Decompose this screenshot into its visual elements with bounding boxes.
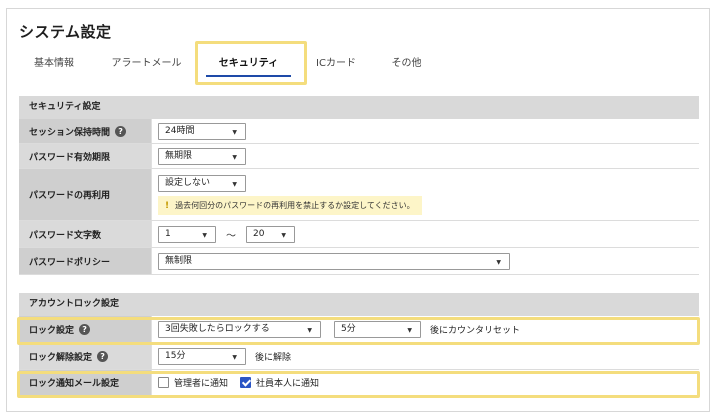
lock-attempts-select[interactable]: 3回失敗したらロックする ▼ xyxy=(158,320,321,338)
chevron-down-icon: ▼ xyxy=(202,231,207,239)
chevron-down-icon: ▼ xyxy=(407,326,412,334)
lock-setting-row: ロック設定? 3回失敗したらロックする ▼ 5分 ▼ 後にカウンタリセット xyxy=(19,316,699,343)
chevron-down-icon: ▼ xyxy=(281,231,286,239)
password-length-row: パスワード文字数 1 ▼ ～ 20 ▼ xyxy=(19,221,699,248)
row-label: パスワード有効期限 xyxy=(19,144,152,168)
session-row: セッション保持時間? 24時間 ▼ xyxy=(19,119,699,144)
tab-label: 基本情報 xyxy=(34,58,74,69)
warning-icon: ! xyxy=(165,200,170,211)
security-settings-section: セキュリティ設定 セッション保持時間? 24時間 ▼ パスワード有効期限 無期限 ▼… xyxy=(19,96,699,275)
row-label: ロック解除設定? xyxy=(19,343,152,369)
unlock-duration-select[interactable]: 15分 ▼ xyxy=(158,347,246,365)
tab-basic-info[interactable]: 基本情報 xyxy=(19,46,89,84)
tab-label: ICカード xyxy=(316,58,356,69)
notify-employee-checkbox[interactable]: 社員本人に通知 xyxy=(240,376,319,389)
notify-admin-checkbox[interactable]: 管理者に通知 xyxy=(158,376,228,389)
tab-label: アラートメール xyxy=(111,58,182,69)
section-header: アカウントロック設定 xyxy=(19,293,699,316)
unlock-setting-row: ロック解除設定? 15分 ▼ 後に解除 xyxy=(19,343,699,370)
password-reuse-row: パスワードの再利用 設定しない ▼ ! 過去何回分のパスワードの再利用を禁止するか設… xyxy=(19,169,699,221)
password-length-max-select[interactable]: 20 ▼ xyxy=(246,225,295,243)
password-reuse-select[interactable]: 設定しない ▼ xyxy=(158,174,246,192)
page-title: システム設定 xyxy=(19,23,112,41)
chevron-down-icon: ▼ xyxy=(232,153,237,161)
row-label: セッション保持時間? xyxy=(19,119,152,143)
range-separator: ～ xyxy=(226,230,236,242)
tab-ic-card[interactable]: ICカード xyxy=(306,46,366,84)
session-duration-select[interactable]: 24時間 ▼ xyxy=(158,122,246,140)
chevron-down-icon: ▼ xyxy=(232,180,237,188)
lock-duration-select[interactable]: 5分 ▼ xyxy=(334,320,421,338)
tab-security[interactable]: セキュリティ xyxy=(196,46,301,84)
checkbox-icon[interactable] xyxy=(158,377,169,388)
tab-bar: 基本情報 アラートメール セキュリティ ICカード その他 xyxy=(19,46,709,84)
tab-label: その他 xyxy=(391,58,422,69)
chevron-down-icon: ▼ xyxy=(232,128,237,136)
help-icon[interactable]: ? xyxy=(97,350,109,362)
help-icon[interactable]: ? xyxy=(115,125,127,137)
password-expiry-select[interactable]: 無期限 ▼ xyxy=(158,147,246,165)
password-policy-row: パスワードポリシー 無制限 ▼ xyxy=(19,248,699,275)
tab-label: セキュリティ xyxy=(218,58,279,69)
password-reuse-notice: ! 過去何回分のパスワードの再利用を禁止するか設定してください。 xyxy=(158,195,422,215)
help-icon[interactable]: ? xyxy=(79,323,91,335)
chevron-down-icon: ▼ xyxy=(496,258,501,266)
row-label: パスワードポリシー xyxy=(19,248,152,274)
row-label: ロック設定? xyxy=(19,316,152,342)
unlock-suffix-text: 後に解除 xyxy=(255,352,292,363)
row-label: ロック通知メール設定 xyxy=(19,370,152,395)
chevron-down-icon: ▼ xyxy=(232,353,237,361)
password-length-min-select[interactable]: 1 ▼ xyxy=(158,225,216,243)
row-label: パスワードの再利用 xyxy=(19,169,152,220)
lock-notify-row: ロック通知メール設定 管理者に通知 社員本人に通知 xyxy=(19,370,699,396)
password-policy-select[interactable]: 無制限 ▼ xyxy=(158,252,510,270)
lock-suffix-text: 後にカウンタリセット xyxy=(430,325,521,336)
row-label: パスワード文字数 xyxy=(19,221,152,247)
password-expiry-row: パスワード有効期限 無期限 ▼ xyxy=(19,144,699,169)
checkbox-checked-icon[interactable] xyxy=(240,377,252,388)
tab-other[interactable]: その他 xyxy=(379,46,434,84)
section-header: セキュリティ設定 xyxy=(19,96,699,119)
tab-alert-mail[interactable]: アラートメール xyxy=(99,46,194,84)
active-tab-indicator xyxy=(206,75,291,77)
chevron-down-icon: ▼ xyxy=(307,326,312,334)
account-lock-section: アカウントロック設定 ロック設定? 3回失敗したらロックする ▼ 5分 ▼ 後にカウ… xyxy=(19,293,699,396)
